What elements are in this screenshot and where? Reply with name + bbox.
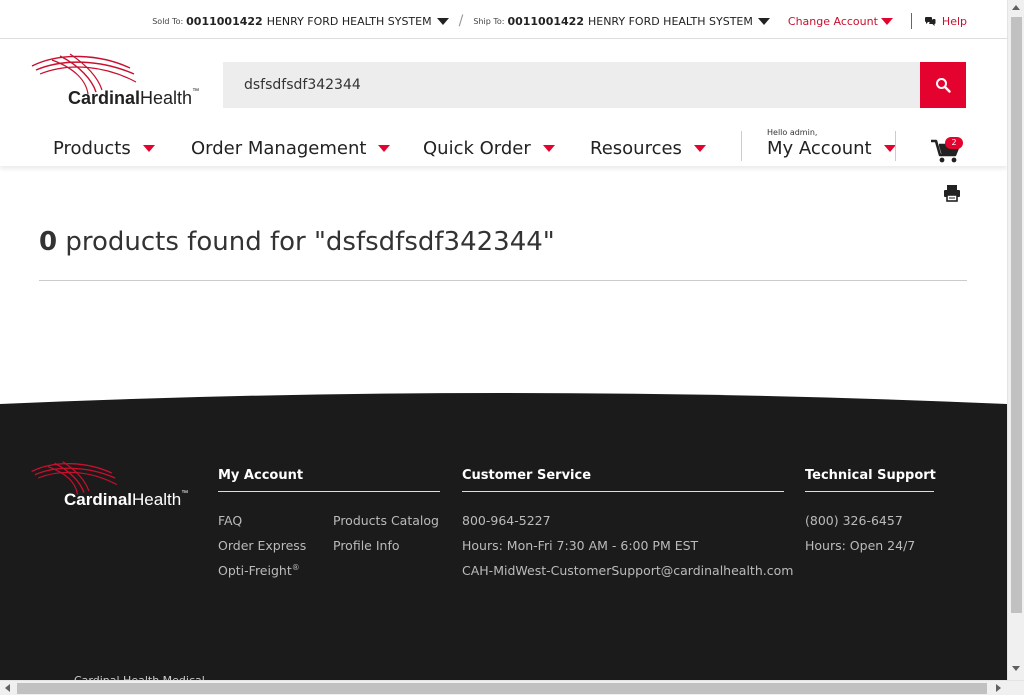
search-results-heading: 0 products found for "dsfsdfsdf342344" — [39, 227, 555, 257]
chevron-down-icon — [883, 145, 896, 152]
cardinal-health-logo[interactable]: CardinalHealth™ — [30, 52, 210, 112]
help-link[interactable]: Help — [924, 15, 967, 28]
utility-bar: Sold To: 0011001422 HENRY FORD HEALTH SY… — [0, 0, 1007, 39]
ship-to-name: HENRY FORD HEALTH SYSTEM — [587, 14, 753, 28]
nav-item-products[interactable]: Products — [53, 138, 155, 159]
result-text: products found for "dsfsdfsdf342344" — [57, 227, 555, 257]
scroll-left-arrow-icon[interactable] — [5, 684, 10, 692]
nav-item-resources[interactable]: Resources — [590, 138, 706, 159]
results-divider — [39, 280, 967, 281]
registered-mark: ® — [291, 563, 300, 572]
footer-link-opti-freight[interactable]: Opti-Freight® — [218, 563, 300, 578]
chevron-down-icon — [436, 17, 449, 25]
nav-item-label: Order Management — [191, 138, 367, 159]
chevron-down-icon — [378, 145, 391, 152]
footer-divider — [218, 491, 440, 492]
vertical-scrollbar[interactable] — [1007, 0, 1024, 680]
nav-item-label: Products — [53, 138, 131, 159]
scroll-right-arrow-icon[interactable] — [996, 684, 1001, 692]
change-account-label: Change Account — [787, 14, 878, 28]
sold-to-label: Sold To: — [152, 16, 184, 26]
footer-my-account-title: My Account — [218, 468, 304, 483]
account-separator: / — [458, 13, 464, 29]
chevron-down-icon — [693, 145, 706, 152]
nav-divider — [741, 131, 742, 161]
main-nav: Products Order Management Quick Order Re… — [0, 128, 1007, 166]
horizontal-scroll-thumb[interactable] — [17, 683, 987, 694]
scroll-down-arrow-icon[interactable] — [1012, 666, 1020, 671]
search-bar — [223, 62, 966, 108]
print-icon[interactable] — [943, 184, 961, 202]
technical-support-phone[interactable]: (800) 326-6457 — [805, 513, 903, 528]
customer-service-hours: Hours: Mon-Fri 7:30 AM - 6:00 PM EST — [462, 538, 699, 553]
customer-service-phone[interactable]: 800-964-5227 — [462, 513, 551, 528]
greeting-text: Hello admin, — [767, 128, 818, 137]
ship-to-number: 0011001422 — [507, 14, 584, 28]
cart-count-badge: 2 — [945, 137, 963, 149]
chevron-down-icon — [880, 17, 893, 25]
sold-to-selector[interactable]: Sold To: 0011001422 HENRY FORD HEALTH SY… — [152, 14, 449, 28]
search-input[interactable] — [223, 62, 920, 108]
footer-divider — [462, 491, 784, 492]
nav-item-label: Resources — [590, 138, 682, 159]
technical-support-hours: Hours: Open 24/7 — [805, 538, 916, 553]
sold-to-number: 0011001422 — [186, 14, 263, 28]
footer-link-order-express[interactable]: Order Express — [218, 538, 306, 553]
my-account-menu[interactable]: My Account — [767, 138, 896, 159]
footer-link-faq[interactable]: FAQ — [218, 513, 242, 528]
footer-logo[interactable]: CardinalHealth™ — [30, 460, 190, 516]
utility-divider — [910, 13, 912, 29]
sold-to-name: HENRY FORD HEALTH SYSTEM — [266, 14, 432, 28]
chevron-down-icon — [542, 145, 555, 152]
horizontal-scrollbar[interactable] — [0, 680, 1024, 695]
scroll-up-arrow-icon[interactable] — [1012, 5, 1020, 10]
footer-link-profile-info[interactable]: Profile Info — [333, 538, 400, 553]
chevron-down-icon — [757, 17, 770, 25]
utility-bar-content: Sold To: 0011001422 HENRY FORD HEALTH SY… — [152, 13, 967, 29]
ship-to-label: Ship To: — [473, 16, 505, 26]
footer-link-label: Opti-Freight — [218, 563, 292, 579]
footer-logo-wordmark: CardinalHealth™ — [64, 490, 189, 509]
search-button[interactable] — [920, 62, 966, 108]
ship-to-selector[interactable]: Ship To: 0011001422 HENRY FORD HEALTH SY… — [473, 15, 770, 28]
help-label: Help — [941, 14, 967, 28]
search-icon — [936, 78, 951, 93]
chat-bubble-icon — [924, 17, 936, 26]
nav-item-order-management[interactable]: Order Management — [191, 138, 391, 159]
nav-divider — [895, 131, 896, 161]
footer-customer-service-title: Customer Service — [462, 468, 592, 483]
nav-item-label: Quick Order — [423, 138, 531, 159]
nav-item-quick-order[interactable]: Quick Order — [423, 138, 555, 159]
chevron-down-icon — [142, 145, 155, 152]
customer-service-email[interactable]: CAH-MidWest-CustomerSupport@cardinalheal… — [462, 563, 793, 578]
footer-link-products-catalog[interactable]: Products Catalog — [333, 513, 439, 528]
my-account-label: My Account — [767, 138, 872, 159]
result-count: 0 — [39, 227, 58, 257]
vertical-scroll-thumb[interactable] — [1011, 17, 1022, 613]
change-account-link[interactable]: Change Account — [788, 15, 893, 28]
logo-wordmark: CardinalHealth™ — [68, 88, 200, 108]
footer-divider — [805, 491, 934, 492]
footer-technical-support-title: Technical Support — [805, 468, 936, 483]
